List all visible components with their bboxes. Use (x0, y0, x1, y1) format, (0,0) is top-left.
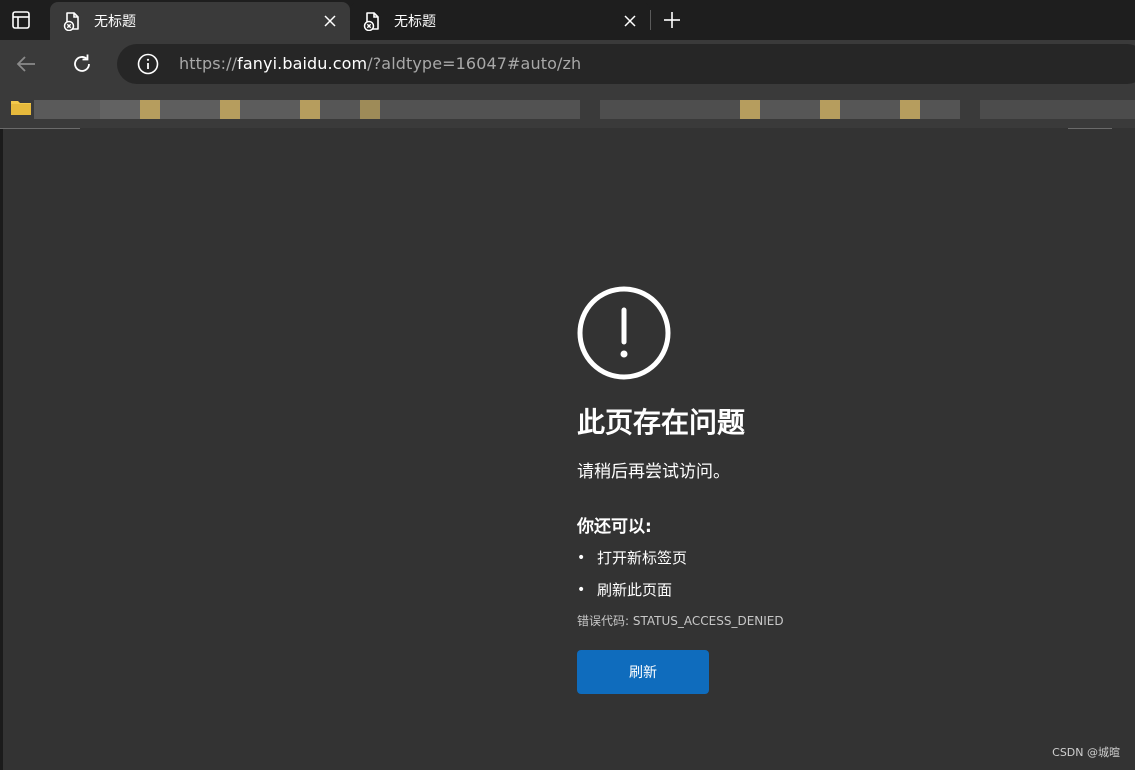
address-bar[interactable]: https://fanyi.baidu.com/?aldtype=16047#a… (117, 44, 1135, 84)
toolbar: https://fanyi.baidu.com/?aldtype=16047#a… (0, 40, 1135, 88)
suggestions-heading: 你还可以: (577, 517, 652, 537)
suggestions-list: 打开新标签页 刷新此页面 (577, 547, 997, 601)
broken-page-icon (363, 12, 379, 31)
favorite-item-blurred[interactable] (600, 100, 740, 119)
favorites-divider (1068, 128, 1112, 129)
error-content: 此页存在问题 请稍后再尝试访问。 你还可以: 打开新标签页 刷新此页面 错误代码… (577, 286, 997, 694)
suggestion-item: 刷新此页面 (577, 579, 997, 601)
favorite-item-blurred[interactable] (360, 100, 380, 119)
new-tab-button[interactable] (658, 6, 686, 34)
tab-active[interactable]: 无标题 (50, 2, 350, 40)
favorite-item-blurred[interactable] (320, 100, 360, 119)
close-icon (324, 15, 336, 27)
error-code: 错误代码: STATUS_ACCESS_DENIED (577, 614, 784, 628)
refresh-button[interactable]: 刷新 (577, 650, 709, 694)
tab-actions-button[interactable] (8, 8, 34, 32)
favorite-item-blurred[interactable] (740, 100, 760, 119)
tab-title: 无标题 (394, 14, 436, 30)
favorite-item-blurred[interactable] (920, 100, 960, 119)
back-arrow-icon (16, 56, 35, 72)
broken-page-icon (63, 12, 79, 31)
info-icon[interactable] (137, 53, 159, 75)
error-heading: 此页存在问题 (577, 406, 746, 439)
favorite-item-blurred[interactable] (140, 100, 160, 119)
watermark-text: CSDN @城暄 (1052, 746, 1120, 759)
url-scheme: https:// (179, 54, 238, 73)
exclamation-circle-icon (577, 286, 671, 380)
url-path: /?aldtype=16047#auto/zh (367, 54, 582, 73)
favorites-bar (0, 88, 1135, 129)
favorite-item-blurred[interactable] (240, 100, 300, 119)
favorite-item-blurred[interactable] (220, 100, 240, 119)
favorite-item-blurred[interactable] (900, 100, 920, 119)
favorite-item-blurred[interactable] (160, 100, 220, 119)
favorite-item-blurred[interactable] (840, 100, 900, 119)
refresh-nav-button[interactable] (66, 48, 98, 80)
favorite-item-blurred[interactable] (760, 100, 820, 119)
suggestion-item: 打开新标签页 (577, 547, 997, 569)
tab-actions-icon (12, 11, 30, 29)
url-text[interactable]: https://fanyi.baidu.com/?aldtype=16047#a… (179, 54, 581, 73)
favorite-item-blurred[interactable] (100, 100, 140, 119)
tab-close-button[interactable] (616, 7, 644, 35)
tab-close-button[interactable] (316, 7, 344, 35)
favorite-item-blurred[interactable] (980, 100, 1135, 119)
close-icon (624, 15, 636, 27)
tab-inactive[interactable]: 无标题 (350, 2, 650, 40)
tab-strip: 无标题 无标题 (0, 0, 1135, 40)
favorite-item-blurred[interactable] (380, 100, 580, 119)
favorite-item-blurred[interactable] (820, 100, 840, 119)
favorites-divider (0, 128, 80, 129)
tab-title: 无标题 (94, 14, 136, 30)
back-button[interactable] (10, 48, 42, 80)
refresh-icon (74, 54, 90, 72)
plus-icon (664, 12, 680, 28)
favorite-item-blurred[interactable] (34, 100, 100, 119)
error-message: 请稍后再尝试访问。 (577, 462, 730, 482)
tab-separator (650, 10, 651, 30)
folder-icon[interactable] (10, 98, 32, 116)
favorite-item-blurred[interactable] (300, 100, 320, 119)
url-host: fanyi.baidu.com (237, 54, 368, 73)
